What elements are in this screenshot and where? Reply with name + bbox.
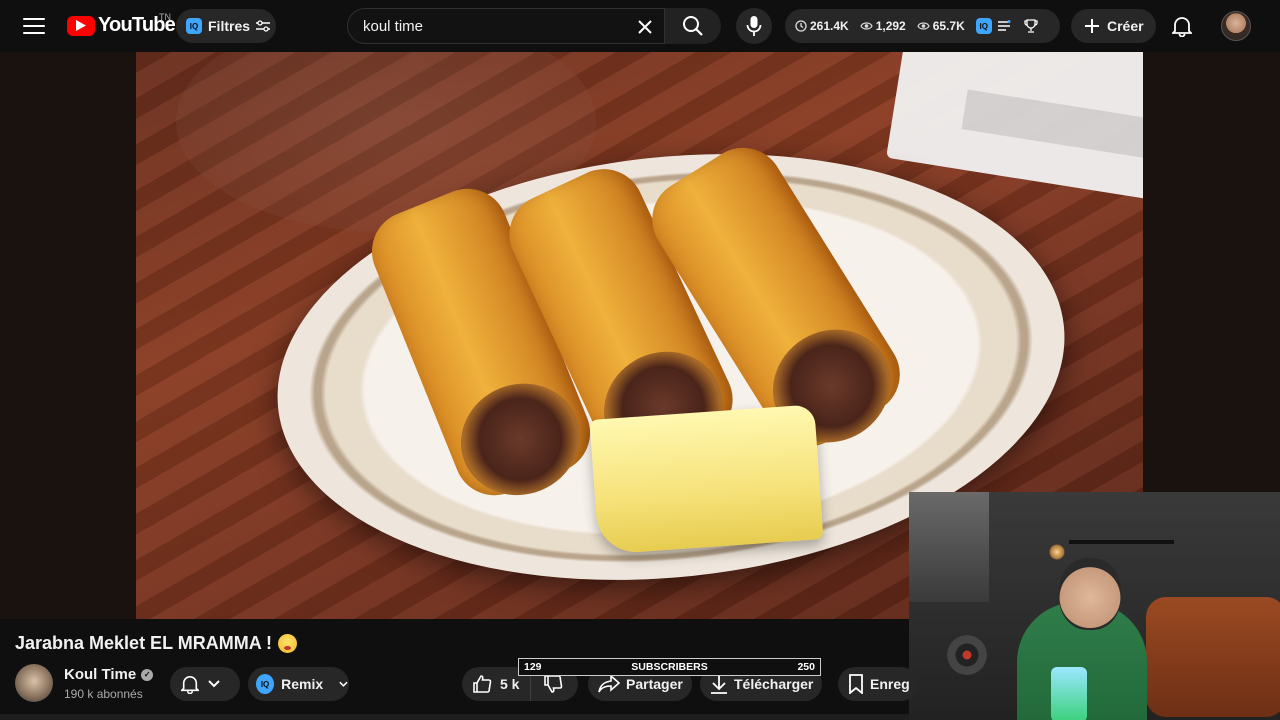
- search-icon: [683, 16, 703, 36]
- sliders-icon: [256, 20, 271, 32]
- share-arrow-icon: [598, 675, 620, 693]
- channel-stats-widget[interactable]: 261.4K 1,292 65.7K IQ: [785, 9, 1060, 43]
- webcam-overlay: [909, 492, 1280, 720]
- clock-icon: [795, 20, 807, 32]
- trophy-icon[interactable]: [1024, 19, 1038, 33]
- iq-badge-icon: IQ: [256, 674, 275, 694]
- stat-watch: 65.7K: [917, 19, 965, 33]
- search-input[interactable]: [348, 9, 628, 43]
- channel-avatar[interactable]: [15, 664, 53, 702]
- video-title: Jarabna Meklet EL MRAMMA !: [15, 633, 298, 654]
- subscription-bell-button[interactable]: [170, 667, 240, 701]
- bell-icon: [181, 675, 199, 694]
- subscriber-count: 190 k abonnés: [64, 687, 143, 701]
- top-bar: YouTube TN IQ Filtres 261.4K 1,292 65.7K: [0, 0, 1280, 52]
- search-button[interactable]: [664, 8, 721, 44]
- iq-badge-icon[interactable]: IQ: [975, 18, 992, 34]
- subscriber-goal-bar: 129 SUBSCRIBERS 250: [518, 658, 821, 676]
- eye-icon: [917, 22, 930, 30]
- bottle: [1051, 667, 1087, 720]
- country-code: TN: [159, 12, 171, 22]
- filters-button[interactable]: IQ Filtres: [176, 9, 276, 43]
- clear-search-icon[interactable]: [634, 16, 656, 38]
- dartboard: [947, 635, 987, 675]
- description-edge: [0, 714, 909, 720]
- plus-icon: [1085, 19, 1099, 33]
- goal-start: 129: [524, 661, 542, 673]
- thumbs-down-icon: [544, 675, 563, 693]
- download-icon: [711, 675, 727, 694]
- flushed-face-emoji-icon: [278, 634, 298, 653]
- goal-target: 250: [797, 661, 815, 673]
- play-icon: [67, 15, 95, 36]
- hamburger-menu-icon[interactable]: [20, 14, 48, 38]
- microphone-icon: [746, 16, 762, 36]
- chevron-down-icon: [339, 681, 348, 687]
- eye-icon: [860, 22, 873, 30]
- save-button[interactable]: Enreg: [838, 667, 918, 701]
- goal-label: SUBSCRIBERS: [631, 661, 708, 673]
- voice-search-button[interactable]: [736, 8, 772, 44]
- remix-button[interactable]: IQ Remix: [248, 667, 349, 701]
- chevron-down-icon: [208, 680, 220, 688]
- bookmark-icon: [849, 674, 863, 694]
- verified-icon: ✓: [141, 668, 154, 681]
- create-button[interactable]: Créer: [1071, 9, 1156, 43]
- channel-name[interactable]: Koul Time ✓: [64, 666, 154, 683]
- iq-badge-icon: IQ: [186, 18, 202, 34]
- search-box: [347, 8, 721, 44]
- filters-label: Filtres: [208, 18, 251, 34]
- thumbs-up-icon: [473, 675, 492, 693]
- lemon-wedge: [589, 404, 824, 555]
- notifications-bell-icon[interactable]: [1168, 12, 1196, 40]
- list-icon[interactable]: [997, 20, 1011, 32]
- stat-views: 1,292: [860, 19, 906, 33]
- user-avatar[interactable]: [1221, 11, 1251, 41]
- stat-subscribers: 261.4K: [795, 19, 849, 33]
